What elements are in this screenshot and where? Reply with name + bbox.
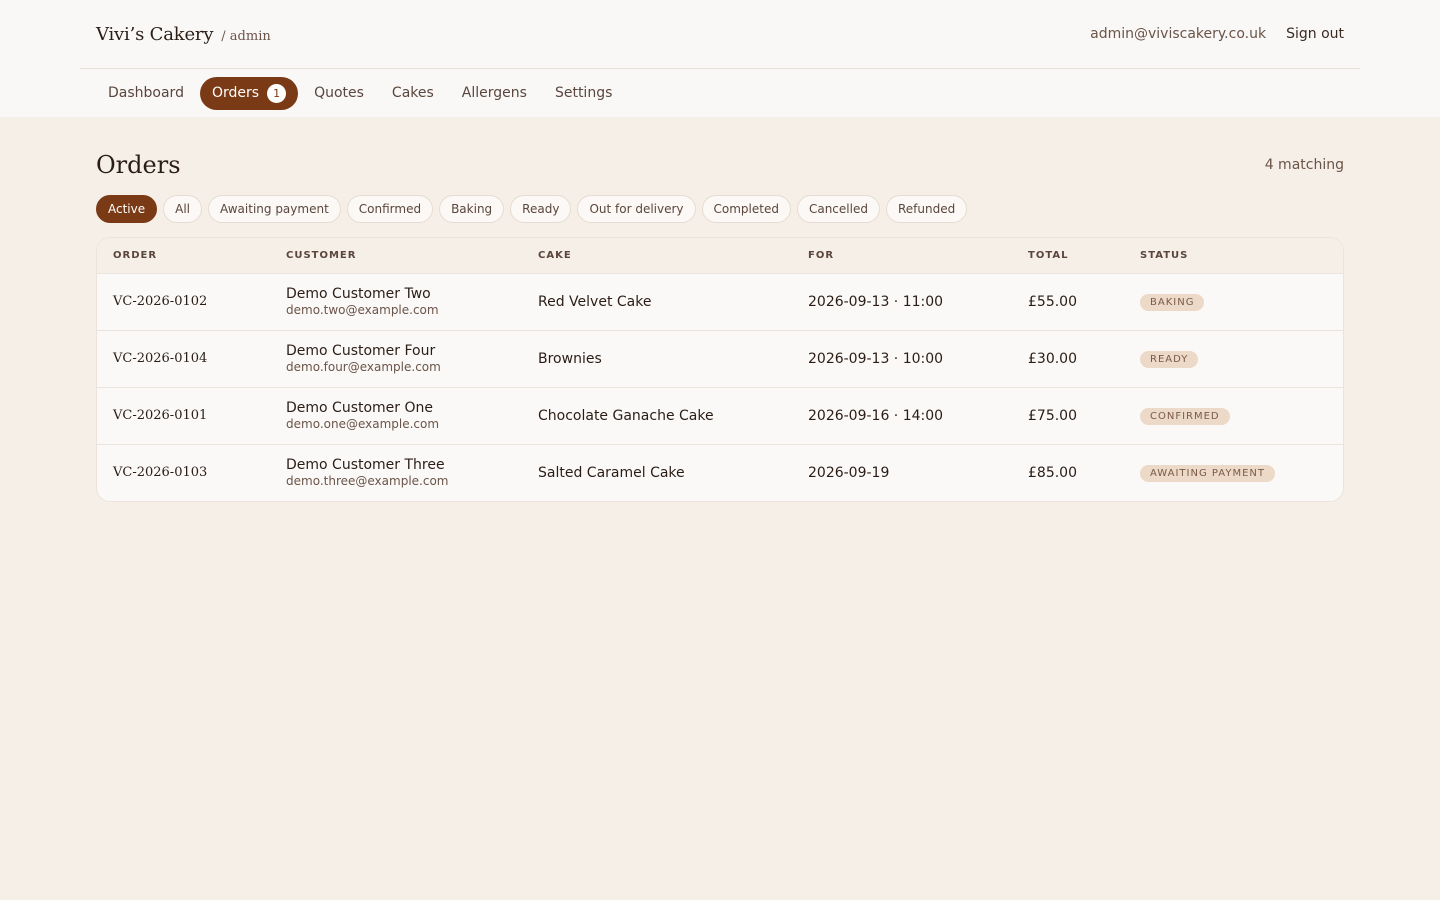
main-content: Orders 4 matching Active All Awaiting pa… (96, 117, 1344, 502)
table-row[interactable]: VC-2026-0102 Demo Customer Two demo.two@… (97, 272, 1343, 330)
filter-baking[interactable]: Baking (439, 195, 505, 223)
nav-cakes[interactable]: Cakes (380, 78, 446, 108)
customer-name: Demo Customer Two (286, 286, 431, 302)
status-badge: AWAITING PAYMENT (1140, 464, 1275, 482)
filter-completed[interactable]: Completed (701, 195, 791, 223)
order-for-date: 2026-09-13 · 11:00 (792, 272, 1012, 330)
filter-out-for-delivery[interactable]: Out for delivery (577, 195, 696, 223)
order-ref[interactable]: VC-2026-0103 (97, 443, 270, 501)
customer-name: Demo Customer Four (286, 343, 436, 359)
nav-label: Quotes (314, 85, 364, 101)
status-cell: READY (1124, 329, 1343, 387)
cake-name: Salted Caramel Cake (522, 443, 792, 501)
status-cell: BAKING (1124, 272, 1343, 330)
orders-table: ORDER CUSTOMER CAKE FOR TOTAL STATUS VC-… (97, 238, 1343, 501)
nav-label: Allergens (461, 85, 527, 101)
order-for-date: 2026-09-13 · 10:00 (792, 329, 1012, 387)
filter-cancelled[interactable]: Cancelled (796, 195, 880, 223)
nav-label: Cakes (391, 85, 434, 101)
col-header-customer: CUSTOMER (270, 238, 522, 273)
filter-active[interactable]: Active (96, 195, 158, 223)
order-ref[interactable]: VC-2026-0104 (97, 329, 270, 387)
customer-cell: Demo Customer Four demo.four@example.com (270, 329, 522, 387)
brand[interactable]: Vivi’s Cakery / admin (96, 24, 271, 45)
account-area: admin@viviscakery.co.uk Sign out (1090, 26, 1344, 42)
filter-refunded[interactable]: Refunded (885, 195, 968, 223)
order-total: £85.00 (1012, 443, 1124, 501)
nav-dashboard[interactable]: Dashboard (96, 78, 196, 108)
customer-cell: Demo Customer Two demo.two@example.com (270, 272, 522, 330)
orders-table-card: ORDER CUSTOMER CAKE FOR TOTAL STATUS VC-… (96, 237, 1344, 502)
col-header-cake: CAKE (522, 238, 792, 273)
nav-label: Orders (211, 85, 260, 101)
customer-name: Demo Customer One (286, 400, 434, 416)
col-header-order: ORDER (97, 238, 270, 273)
account-email: admin@viviscakery.co.uk (1090, 26, 1267, 42)
col-header-for: FOR (792, 238, 1012, 273)
top-bar: Vivi’s Cakery / admin admin@viviscakery.… (0, 0, 1440, 117)
nav-allergens[interactable]: Allergens (450, 78, 539, 108)
table-row[interactable]: VC-2026-0103 Demo Customer Three demo.th… (97, 443, 1343, 501)
status-badge: READY (1140, 350, 1199, 368)
filter-ready[interactable]: Ready (510, 195, 572, 223)
title-row: Orders 4 matching (96, 151, 1344, 179)
table-header-row: ORDER CUSTOMER CAKE FOR TOTAL STATUS (97, 238, 1343, 273)
customer-email: demo.three@example.com (286, 474, 449, 489)
main-nav: Dashboard Orders 1 Quotes Cakes Allergen… (80, 69, 1360, 117)
header-row: Vivi’s Cakery / admin admin@viviscakery.… (80, 0, 1360, 69)
orders-count-badge: 1 (267, 83, 287, 103)
filter-awaiting-payment[interactable]: Awaiting payment (208, 195, 341, 223)
customer-email: demo.two@example.com (286, 303, 439, 317)
filter-confirmed[interactable]: Confirmed (346, 195, 434, 223)
cake-name: Brownies (522, 329, 792, 387)
cake-name: Red Velvet Cake (522, 272, 792, 330)
status-filters: Active All Awaiting payment Confirmed Ba… (96, 195, 1344, 223)
table-row[interactable]: VC-2026-0101 Demo Customer One demo.one@… (97, 386, 1343, 444)
cake-name: Chocolate Ganache Cake (522, 386, 792, 444)
customer-email: demo.one@example.com (286, 417, 440, 431)
page-title: Orders (96, 151, 181, 179)
nav-settings[interactable]: Settings (543, 78, 624, 108)
customer-cell: Demo Customer Three demo.three@example.c… (270, 443, 522, 501)
nav-quotes[interactable]: Quotes (302, 78, 376, 108)
status-cell: AWAITING PAYMENT (1124, 443, 1343, 501)
brand-role: / admin (221, 28, 271, 44)
order-for-date: 2026-09-16 · 14:00 (792, 386, 1012, 444)
table-row[interactable]: VC-2026-0104 Demo Customer Four demo.fou… (97, 329, 1343, 387)
brand-name: Vivi’s Cakery (96, 23, 214, 45)
customer-email: demo.four@example.com (286, 360, 441, 374)
order-for-date: 2026-09-19 (792, 443, 1012, 501)
order-total: £55.00 (1012, 272, 1124, 330)
sign-out-button[interactable]: Sign out (1286, 26, 1344, 42)
status-cell: CONFIRMED (1124, 386, 1343, 444)
order-ref[interactable]: VC-2026-0101 (97, 386, 270, 444)
customer-name: Demo Customer Three (286, 457, 445, 474)
order-total: £30.00 (1012, 329, 1124, 387)
match-count: 4 matching (1264, 157, 1344, 173)
col-header-total: TOTAL (1012, 238, 1124, 273)
status-badge: BAKING (1140, 293, 1205, 311)
status-badge: CONFIRMED (1140, 407, 1230, 425)
nav-label: Dashboard (108, 85, 184, 101)
order-ref[interactable]: VC-2026-0102 (97, 272, 270, 330)
customer-cell: Demo Customer One demo.one@example.com (270, 386, 522, 444)
nav-label: Settings (554, 85, 613, 101)
col-header-status: STATUS (1124, 238, 1343, 273)
filter-all[interactable]: All (163, 195, 203, 223)
nav-orders[interactable]: Orders 1 (199, 76, 299, 110)
order-total: £75.00 (1012, 386, 1124, 444)
